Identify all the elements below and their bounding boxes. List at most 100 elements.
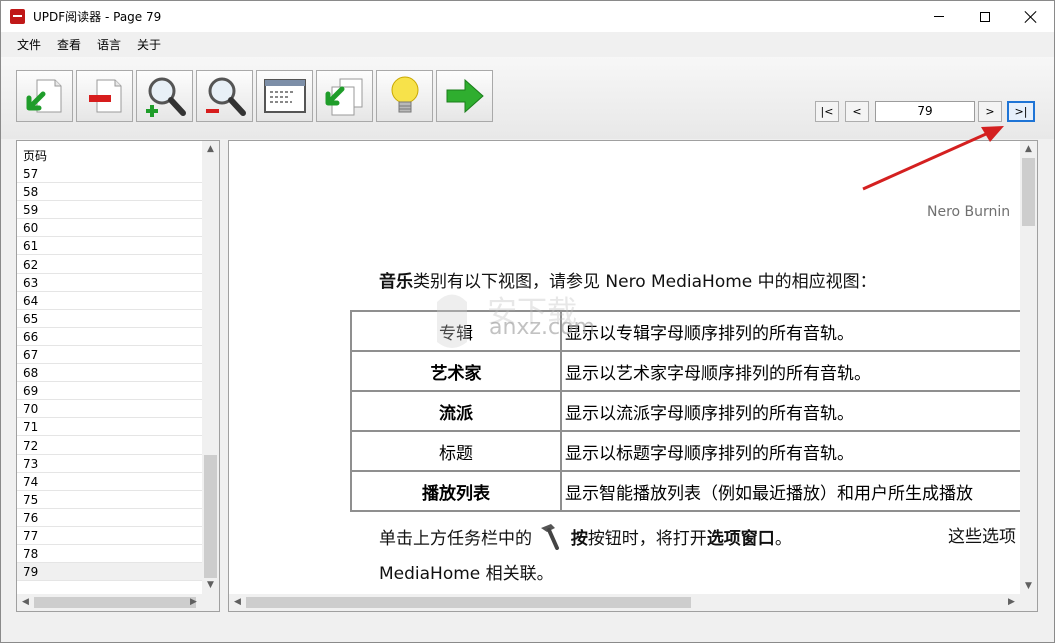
- previous-page-button[interactable]: <: [845, 101, 869, 122]
- title-bar: UPDF阅读器 - Page 79: [1, 1, 1054, 32]
- toolbar: |< < 79 > >|: [1, 57, 1054, 139]
- table-value: 显示以流派字母顺序排列的所有音轨。: [560, 390, 1032, 432]
- open-icon: [26, 79, 61, 113]
- document-running-header: Nero Burnin: [927, 204, 1011, 220]
- table-key: 标题: [350, 430, 562, 472]
- watermark-text: anxz.com: [489, 315, 595, 340]
- table-value: 显示以标题字母顺序排列的所有音轨。: [560, 430, 1032, 472]
- menu-about[interactable]: 关于: [129, 34, 169, 56]
- minimize-button[interactable]: [916, 1, 962, 32]
- document-paragraph-line2: MediaHome 相关联。: [379, 564, 554, 584]
- table-value: 显示智能播放列表（例如最近播放）和用户所生成播放: [560, 470, 1032, 512]
- document-scroll-thumb[interactable]: [1022, 158, 1035, 226]
- page-list-item[interactable]: 65: [17, 310, 203, 328]
- page-list-panel: 页码 57 58 59 60 61 62 63 64 65 66 67 68 69 70 71 72 73 74 7…: [16, 140, 220, 612]
- menu-view[interactable]: 查看: [49, 34, 89, 56]
- page-list-item[interactable]: 70: [17, 400, 203, 419]
- zoom-in-icon: [145, 77, 186, 117]
- hammer-icon: [541, 524, 560, 550]
- last-page-button[interactable]: >|: [1007, 101, 1035, 122]
- scroll-up-icon[interactable]: ▲: [202, 141, 219, 158]
- copy-button[interactable]: [316, 70, 373, 122]
- page-list-item[interactable]: 74: [17, 473, 203, 491]
- page-list-scroll-thumb[interactable]: [204, 455, 217, 578]
- page-list-item[interactable]: 58: [17, 183, 203, 202]
- menu-bar: 文件 查看 语言 关于: [1, 32, 1054, 57]
- intro-bold-term: 音乐: [379, 272, 413, 292]
- document-vertical-scrollbar[interactable]: ▲ ▼: [1020, 141, 1037, 595]
- fit-window-icon: [263, 79, 306, 113]
- scroll-left-icon[interactable]: ◀: [229, 594, 246, 611]
- close-icon: [1025, 11, 1037, 23]
- table-row: 流派 显示以流派字母顺序排列的所有音轨。: [350, 390, 1032, 432]
- paragraph-button-word: 按: [570, 529, 588, 549]
- page-list-item[interactable]: 66: [17, 328, 203, 346]
- scroll-right-icon[interactable]: ▶: [1003, 594, 1020, 611]
- app-logo-icon: [10, 9, 25, 24]
- table-row: 播放列表 显示智能播放列表（例如最近播放）和用户所生成播放: [350, 470, 1032, 512]
- document-horizontal-scrollbar[interactable]: ◀ ▶: [229, 594, 1037, 611]
- scroll-down-icon[interactable]: ▼: [1020, 578, 1037, 595]
- paragraph-text: 按钮时，将打开: [587, 529, 707, 549]
- next-page-button[interactable]: >: [978, 101, 1002, 122]
- page-list-item[interactable]: 75: [17, 491, 203, 509]
- first-page-button[interactable]: |<: [815, 101, 839, 122]
- page-number-input[interactable]: 79: [875, 101, 975, 122]
- page-list-header: 页码: [23, 149, 48, 163]
- page-list-horizontal-scrollbar[interactable]: ◀ ▶: [17, 594, 219, 611]
- page-list-item[interactable]: 61: [17, 237, 203, 256]
- copy-icon: [325, 78, 362, 116]
- zoom-out-button[interactable]: [196, 70, 253, 122]
- page-list-item[interactable]: 59: [17, 201, 203, 220]
- paragraph-text: 单击上方任务栏中的: [379, 529, 532, 549]
- minimize-icon: [934, 16, 944, 17]
- table-row: 标题 显示以标题字母顺序排列的所有音轨。: [350, 430, 1032, 472]
- next-button[interactable]: [436, 70, 493, 122]
- page-list-item[interactable]: 67: [17, 346, 203, 364]
- page-list-item[interactable]: 69: [17, 382, 203, 401]
- scroll-left-icon[interactable]: ◀: [17, 594, 34, 611]
- fit-window-button[interactable]: [256, 70, 313, 122]
- zoom-out-icon: [205, 77, 246, 116]
- menu-file[interactable]: 文件: [9, 34, 49, 56]
- paragraph-tail: 这些选项: [948, 527, 1016, 547]
- maximize-icon: [980, 11, 990, 22]
- maximize-button[interactable]: [962, 1, 1008, 32]
- table-key: 播放列表: [350, 470, 562, 512]
- scroll-right-icon[interactable]: ▶: [185, 594, 202, 611]
- page-list-item[interactable]: 60: [17, 219, 203, 238]
- page-list-item[interactable]: 64: [17, 292, 203, 310]
- page-list-item[interactable]: 77: [17, 527, 203, 545]
- paragraph-bold-term: 选项窗口: [706, 529, 775, 549]
- paragraph-text: 。: [774, 529, 792, 549]
- page-list-item[interactable]: 78: [17, 545, 203, 564]
- window-title: UPDF阅读器 - Page 79: [33, 10, 162, 24]
- close-document-button[interactable]: [76, 70, 133, 122]
- close-document-icon: [88, 79, 121, 113]
- close-window-button[interactable]: [1008, 1, 1054, 32]
- lightbulb-icon: [391, 76, 418, 113]
- table-key: 流派: [350, 390, 562, 432]
- page-list-item[interactable]: 63: [17, 274, 203, 292]
- zoom-in-button[interactable]: [136, 70, 193, 122]
- menu-language[interactable]: 语言: [89, 34, 129, 56]
- page-list-item[interactable]: 76: [17, 509, 203, 527]
- open-file-button[interactable]: [16, 70, 73, 122]
- document-paragraph: 单击上方任务栏中的 按按钮时，将打开选项窗口。: [379, 522, 792, 550]
- page-list-item[interactable]: 72: [17, 437, 203, 455]
- hint-button[interactable]: [376, 70, 433, 122]
- page-list-item[interactable]: 79: [17, 563, 203, 582]
- page-list-item[interactable]: 62: [17, 256, 203, 274]
- document-hscroll-thumb[interactable]: [246, 597, 691, 608]
- page-list-item[interactable]: 71: [17, 418, 203, 437]
- scroll-up-icon[interactable]: ▲: [1020, 141, 1037, 158]
- page-list-vertical-scrollbar[interactable]: ▲ ▼: [202, 141, 219, 594]
- next-arrow-icon: [446, 78, 484, 114]
- page-list-item[interactable]: 73: [17, 455, 203, 473]
- scroll-down-icon[interactable]: ▼: [202, 577, 219, 594]
- page-list-item[interactable]: 68: [17, 364, 203, 383]
- document-view[interactable]: Nero Burnin 音乐类别有以下视图，请参见 Nero MediaHome…: [228, 140, 1038, 612]
- app-window: UPDF阅读器 - Page 79 文件 查看 语言 关于 |< < 79 > …: [0, 0, 1055, 643]
- page-list-hscroll-thumb[interactable]: [34, 597, 196, 608]
- page-list-item[interactable]: 57: [17, 165, 203, 183]
